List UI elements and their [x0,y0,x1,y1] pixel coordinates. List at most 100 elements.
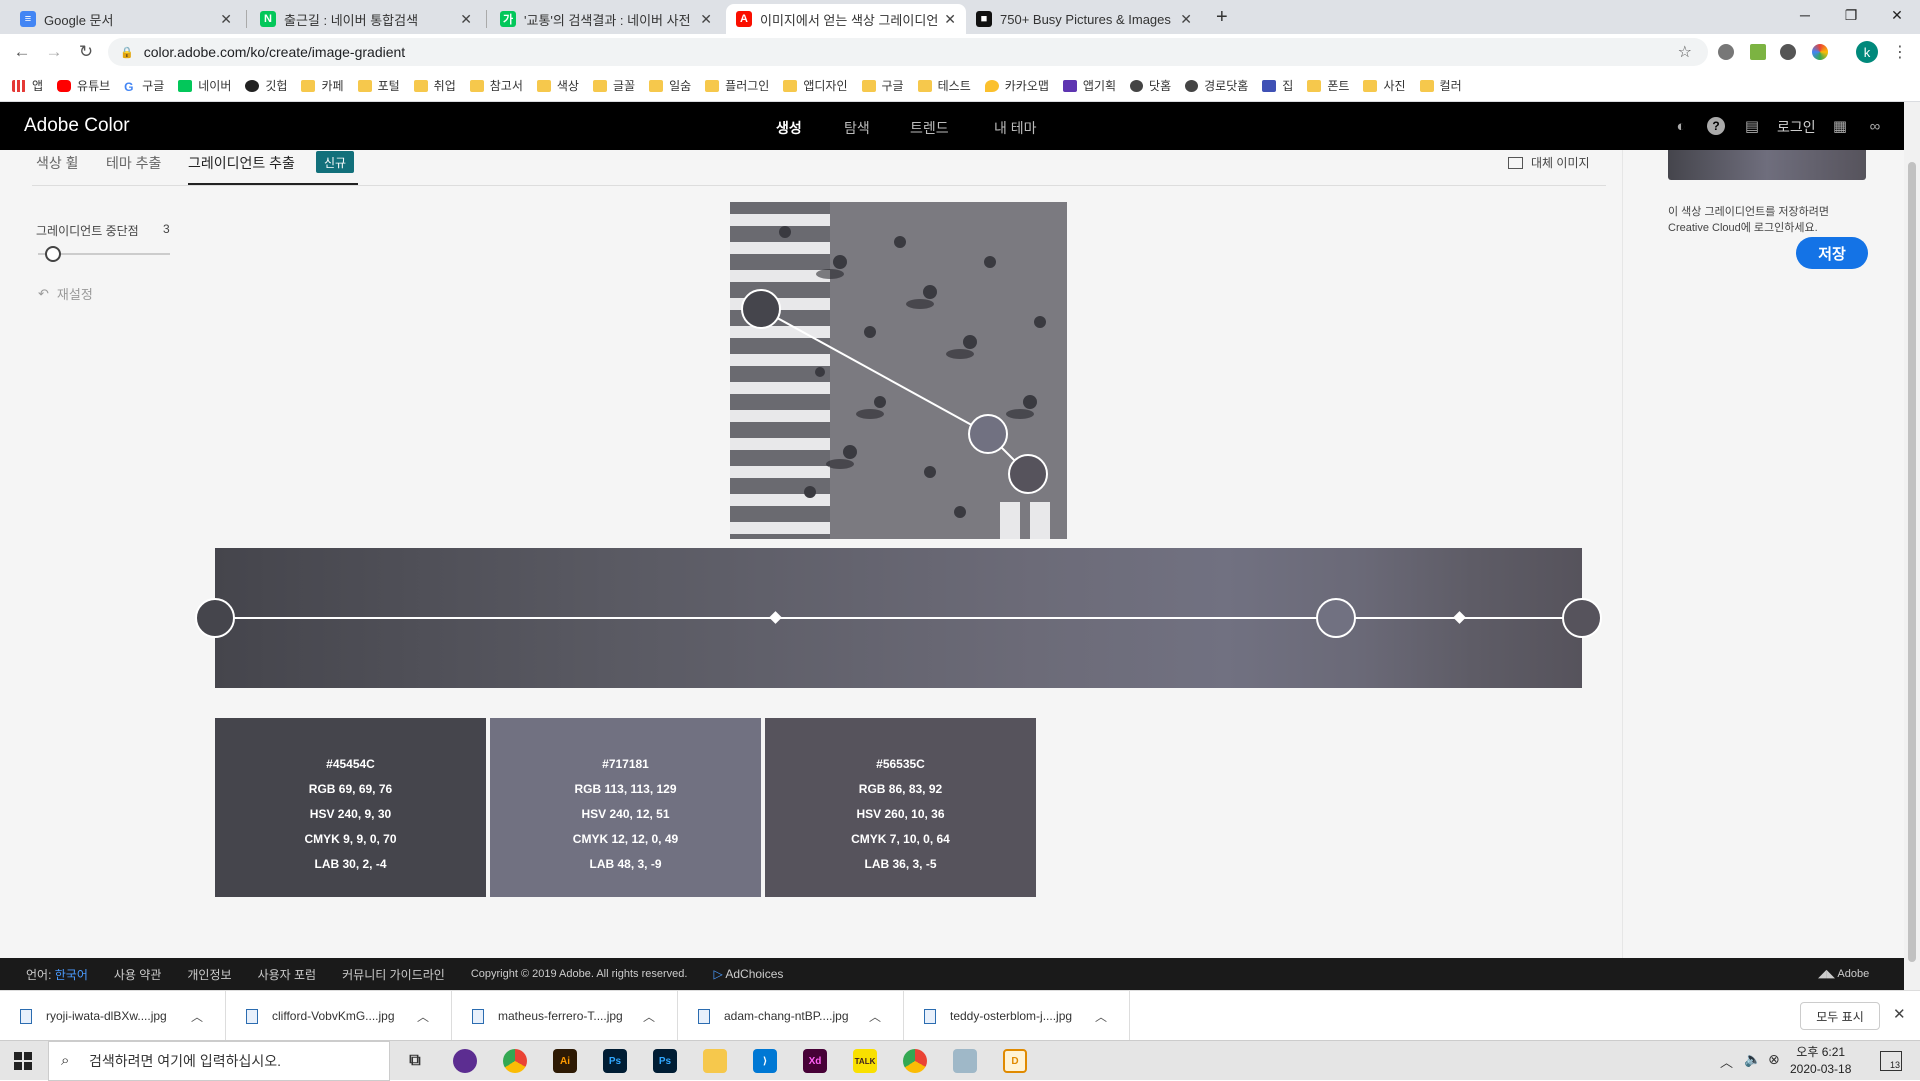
bookmark-folder[interactable]: 카페 [301,77,344,94]
footer-link-terms[interactable]: 사용 약관 [114,966,162,983]
gradient-midpoint-handle[interactable] [769,611,783,624]
bookmark-folder[interactable]: 앱디자인 [783,77,848,94]
extension-icon[interactable] [1718,44,1734,60]
brand-logo[interactable]: Adobe Color [24,115,130,137]
adobe-footer-logo[interactable]: ◢◣ Adobe [1818,967,1869,980]
restore-icon[interactable]: ❐ [1828,0,1874,30]
gradient-stops-slider-thumb[interactable] [45,246,61,262]
language-value[interactable]: 한국어 [55,968,88,982]
swatch-rgb[interactable]: RGB 113, 113, 129 [490,777,761,802]
nav-explore[interactable]: 탐색 [844,118,870,138]
bookmark-app-planning[interactable]: 앱기획 [1062,77,1116,94]
close-downloads-icon[interactable]: ✕ [1893,1005,1906,1023]
swatch-lab[interactable]: LAB 36, 3, -5 [765,852,1036,877]
back-icon[interactable]: ← [12,42,32,62]
adchoices-link[interactable]: ▷ AdChoices [713,967,783,981]
close-tab-icon[interactable]: ✕ [220,11,232,28]
chevron-up-icon[interactable]: ︿ [869,1008,881,1025]
swatch-cmyk[interactable]: CMYK 7, 10, 0, 64 [765,827,1036,852]
bookmark-naver[interactable]: 네이버 [178,77,231,94]
chevron-up-icon[interactable]: ︿ [643,1008,655,1025]
download-item[interactable]: matheus-ferrero-T....jpg ︿ [452,991,678,1041]
color-swatch[interactable]: #717181 RGB 113, 113, 129 HSV 240, 12, 5… [490,718,761,897]
photoshop-icon[interactable]: Ps [603,1049,627,1073]
nav-trends[interactable]: 트렌드 [910,118,949,138]
windows-start-icon[interactable] [14,1052,32,1070]
bookmark-folder[interactable]: 취업 [413,77,456,94]
bookmark-folder[interactable]: 일숨 [649,77,691,94]
address-bar[interactable]: 🔒 color.adobe.com/ko/create/image-gradie… [108,38,1708,66]
chrome-icon[interactable] [503,1049,527,1073]
kakaotalk-icon[interactable]: TALK [853,1049,877,1073]
new-tab-icon[interactable]: + [1216,6,1228,29]
bookmark-github[interactable]: 깃헙 [245,77,287,94]
swatch-lab[interactable]: LAB 48, 3, -9 [490,852,761,877]
bookmark-google[interactable]: G 구글 [124,77,164,94]
bookmark-folder[interactable]: 포털 [357,77,400,94]
swatch-hex[interactable]: #45454C [215,752,486,777]
nav-create[interactable]: 생성 [776,118,802,138]
chevron-up-icon[interactable]: ︿ [1720,1052,1733,1071]
help-icon[interactable]: ? [1707,117,1725,135]
close-tab-icon[interactable]: ✕ [1180,11,1192,28]
photoshop-icon[interactable]: Ps [653,1049,677,1073]
footer-link-privacy[interactable]: 개인정보 [187,966,231,983]
nav-my-themes[interactable]: 내 테마 [994,118,1037,138]
close-tab-icon[interactable]: ✕ [944,11,956,28]
task-view-icon[interactable]: ⧉ [403,1049,427,1073]
color-picker-extension-icon[interactable] [1812,44,1828,60]
tab-naver-dictionary[interactable]: 가 '교통'의 검색결과 : 네이버 사전 ✕ [490,4,722,34]
bookmark-folder[interactable]: 색상 [536,77,579,94]
scrollbar-thumb[interactable] [1908,162,1916,962]
notification-center-icon[interactable]: 13 [1880,1051,1902,1071]
swatch-rgb[interactable]: RGB 86, 83, 92 [765,777,1036,802]
tab-naver-search[interactable]: N 출근길 : 네이버 통합검색 ✕ [250,4,482,34]
bookmark-youtube[interactable]: 유튜브 [57,77,110,94]
login-link[interactable]: 로그인 [1777,117,1816,137]
language-selector[interactable]: 언어: 한국어 [26,966,88,983]
swatch-hex[interactable]: #56535C [765,752,1036,777]
network-icon[interactable]: ⊗ [1768,1051,1780,1068]
chevron-up-icon[interactable]: ︿ [417,1008,429,1025]
tab-color-wheel[interactable]: 색상 휠 [36,153,79,173]
menu-dots-icon[interactable]: ⋮ [1892,42,1908,62]
gradient-stop-handle[interactable] [1562,598,1602,638]
save-button[interactable]: 저장 [1796,237,1868,269]
bookmark-folder[interactable]: 참고서 [469,77,523,94]
tab-busy-pictures[interactable]: ■ 750+ Busy Pictures & Images [HD] ✕ [966,4,1202,34]
swatch-hsv[interactable]: HSV 240, 9, 30 [215,802,486,827]
forward-icon[interactable]: → [44,42,64,62]
close-tab-icon[interactable]: ✕ [700,11,712,28]
bookmark-folder[interactable]: 폰트 [1307,77,1349,94]
swatch-cmyk[interactable]: CMYK 9, 9, 0, 70 [215,827,486,852]
close-tab-icon[interactable]: ✕ [460,11,472,28]
bookmark-folder[interactable]: 사진 [1363,77,1406,94]
alternate-image-button[interactable]: 대체 이미지 [1508,154,1590,171]
file-explorer-icon[interactable] [703,1049,727,1073]
download-item[interactable]: ryoji-iwata-dlBXw....jpg ︿ [0,991,226,1041]
close-window-icon[interactable]: ✕ [1874,0,1920,30]
profile-avatar[interactable]: k [1856,41,1878,63]
tab-adobe-color[interactable]: A 이미지에서 얻는 색상 그레이디언트 ✕ [726,4,966,34]
bookmark-star-icon[interactable]: ☆ [1678,42,1692,62]
volume-icon[interactable]: 🔈 [1744,1051,1761,1068]
swatch-hsv[interactable]: HSV 240, 12, 51 [490,802,761,827]
download-item[interactable]: clifford-VobvKmG....jpg ︿ [226,991,452,1041]
bookmark-folder[interactable]: 테스트 [917,77,971,94]
color-picker-stop-1[interactable] [741,289,781,329]
apps-grid-icon[interactable]: ▦ [1831,117,1849,135]
gradient-stop-handle[interactable] [195,598,235,638]
color-picker-stop-2[interactable] [968,414,1008,454]
color-picker-stop-3[interactable] [1008,454,1048,494]
chevron-up-icon[interactable]: ︿ [191,1008,203,1025]
app-icon[interactable]: D [1003,1049,1027,1073]
swatch-hex[interactable]: #717181 [490,752,761,777]
chrome-icon[interactable] [903,1049,927,1073]
app-icon[interactable] [453,1049,477,1073]
tab-extract-theme[interactable]: 테마 추출 [106,153,161,173]
bookmark-home[interactable]: 집 [1262,77,1293,94]
extension-icon[interactable] [1750,44,1766,60]
color-blind-icon[interactable]: ◐ [1672,117,1690,135]
color-swatch[interactable]: #45454C RGB 69, 69, 76 HSV 240, 9, 30 CM… [215,718,486,897]
gradient-midpoint-handle[interactable] [1453,611,1466,624]
